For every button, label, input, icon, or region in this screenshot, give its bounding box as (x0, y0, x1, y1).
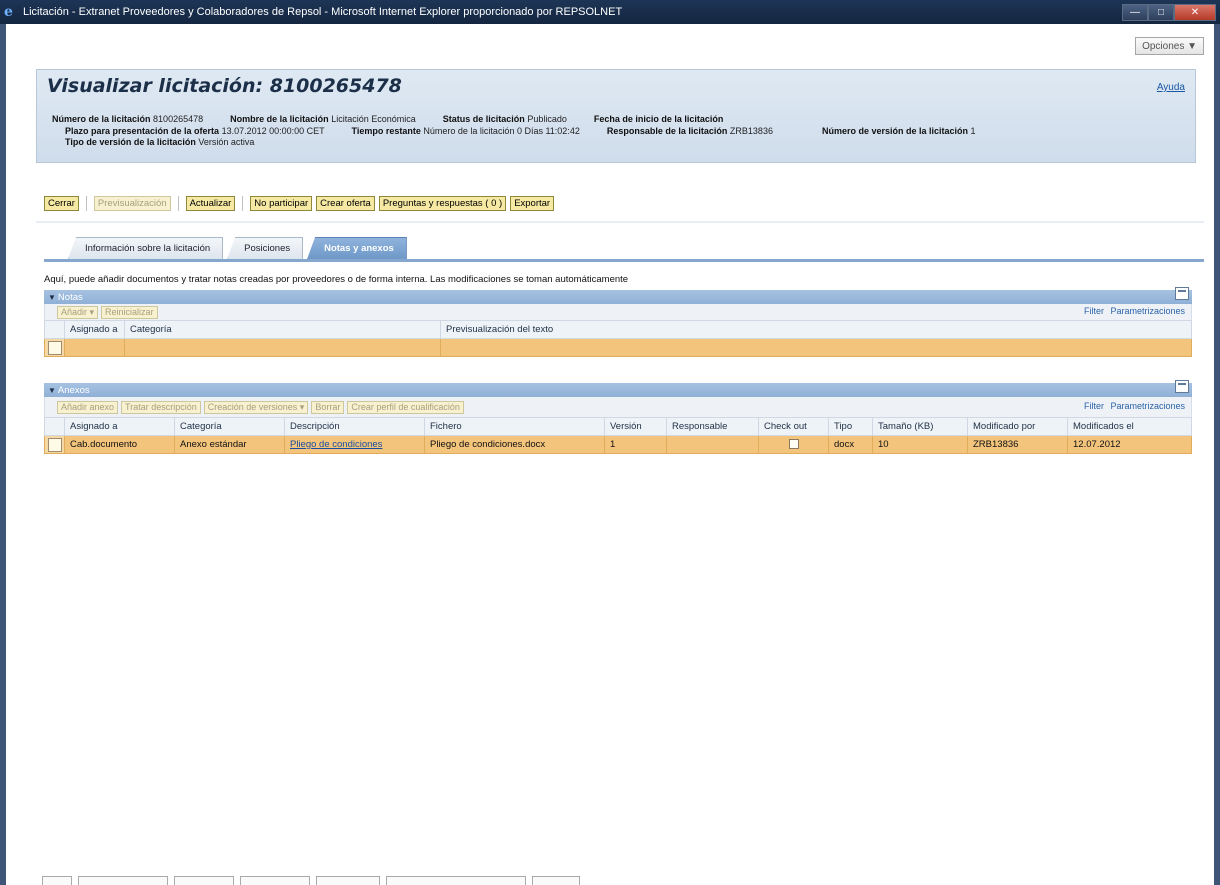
column-header[interactable]: Asignado a (64, 417, 175, 436)
settings-link[interactable]: Parametrizaciones (1110, 401, 1185, 411)
filter-link[interactable]: Filter (1084, 401, 1104, 411)
meta-value: 8100265478 (153, 114, 204, 124)
cell-version: 1 (604, 435, 667, 454)
meta-value: Versión activa (198, 137, 255, 147)
meta-value: 1 (970, 125, 976, 136)
column-header[interactable]: Categoría (174, 417, 285, 436)
column-header[interactable]: Versión (604, 417, 667, 436)
description-link[interactable]: Pliego de condiciones (290, 439, 382, 450)
column-header[interactable]: Descripción (284, 417, 425, 436)
meta-label: Tiempo restante (351, 125, 421, 136)
create-qualification-profile-button[interactable]: Crear perfil de cualificación (347, 400, 464, 414)
tab-notas-anexos[interactable]: Notas y anexos (307, 237, 407, 259)
meta-label: Status de licitación (442, 114, 525, 124)
row-selector[interactable] (48, 340, 62, 355)
meta-value: 13.07.2012 00:00:00 CET (221, 125, 325, 136)
internet-explorer-icon: e (4, 4, 13, 20)
meta-label: Fecha de inicio de la licitación (593, 114, 724, 124)
collapse-triangle-icon[interactable]: ▼ (48, 293, 56, 302)
window-title: Licitación - Extranet Proveedores y Cola… (23, 6, 623, 18)
delete-attachment-button[interactable]: Borrar (311, 400, 345, 414)
meta-value: Licitación Económica (331, 114, 416, 124)
tender-metadata: Número de la licitación 8100265478 Nombr… (52, 114, 976, 149)
tab-strip: Información sobre la licitación Posicion… (68, 237, 411, 259)
column-header[interactable]: Previsualización del texto (440, 320, 1192, 339)
meta-label: Nombre de la licitación (230, 114, 329, 124)
anexos-section-title: Anexos (57, 384, 90, 396)
decline-participation-button[interactable]: No participar (250, 196, 313, 211)
cell-modificado-el: 12.07.2012 (1067, 435, 1192, 454)
cell-tipo: docx (828, 435, 873, 454)
table-row[interactable] (44, 338, 1192, 357)
table-row[interactable]: Cab.documento Anexo estándar Pliego de c… (44, 435, 1192, 454)
reset-notes-button[interactable]: Reinicializar (101, 305, 158, 319)
settings-link[interactable]: Parametrizaciones (1110, 306, 1185, 316)
bottom-toolbar-partial (42, 876, 580, 885)
column-header[interactable]: Categoría (124, 320, 441, 339)
notas-section: ▼ Notas Añadir ▾ Reinicializar Filter Pa… (44, 287, 1192, 357)
column-header[interactable]: Tipo (828, 417, 873, 436)
filter-link[interactable]: Filter (1084, 306, 1104, 316)
anexos-section: ▼ Anexos Añadir anexo Tratar descripción… (44, 380, 1192, 454)
add-attachment-button[interactable]: Añadir anexo (57, 400, 119, 414)
questions-answers-button[interactable]: Preguntas y respuestas ( 0 ) (378, 196, 507, 211)
column-header[interactable]: Fichero (424, 417, 605, 436)
meta-value: Publicado (527, 114, 567, 124)
page-header: Visualizar licitación: 8100265478 Ayuda … (36, 69, 1196, 163)
anexos-section-header[interactable]: ▼ Anexos (44, 380, 1192, 397)
notas-section-title: Notas (57, 291, 83, 303)
notas-table: Asignado a Categoría Previsualización de… (44, 320, 1192, 357)
close-tender-button[interactable]: Cerrar (44, 196, 79, 211)
notas-toolbar: Añadir ▾ Reinicializar Filter Parametriz… (44, 304, 1192, 320)
window-titlebar: e Licitación - Extranet Proveedores y Co… (0, 0, 1220, 24)
help-link[interactable]: Ayuda (1157, 82, 1185, 93)
cell-tamano: 10 (872, 435, 968, 454)
column-header[interactable]: Modificados el (1067, 417, 1192, 436)
create-versions-button[interactable]: Creación de versiones ▾ (203, 400, 309, 414)
checkout-checkbox[interactable] (788, 439, 799, 450)
maximize-section-icon[interactable] (1175, 380, 1189, 393)
meta-label: Tipo de versión de la licitación (65, 137, 196, 147)
maximize-section-icon[interactable] (1175, 287, 1189, 300)
cell-modificado-por: ZRB13836 (967, 435, 1068, 454)
add-note-button[interactable]: Añadir ▾ (57, 305, 99, 319)
maximize-button[interactable]: □ (1148, 3, 1174, 21)
column-header[interactable]: Modificado por (967, 417, 1068, 436)
preview-button[interactable]: Previsualización (93, 196, 171, 211)
meta-label: Responsable de la licitación (606, 125, 728, 136)
refresh-button[interactable]: Actualizar (185, 196, 236, 211)
main-toolbar: Cerrar Previsualización Actualizar No pa… (44, 196, 555, 211)
column-header[interactable]: Asignado a (64, 320, 125, 339)
export-button[interactable]: Exportar (510, 196, 555, 211)
notas-section-header[interactable]: ▼ Notas (44, 287, 1192, 304)
cell-asignado: Cab.documento (64, 435, 175, 454)
page-title: Visualizar licitación: 8100265478 (47, 75, 402, 97)
edit-description-button[interactable]: Tratar descripción (121, 400, 201, 414)
collapse-triangle-icon[interactable]: ▼ (48, 386, 56, 395)
instructions-text: Aquí, puede añadir documentos y tratar n… (44, 274, 629, 285)
cell-responsable (666, 435, 759, 454)
anexos-table: Asignado a Categoría Descripción Fichero… (44, 417, 1192, 454)
column-header[interactable]: Check out (758, 417, 829, 436)
cell-categoria: Anexo estándar (174, 435, 285, 454)
options-menu-button[interactable]: Opciones ▼ (1135, 37, 1204, 55)
cell-fichero: Pliego de condiciones.docx (424, 435, 605, 454)
column-header[interactable]: Responsable (666, 417, 759, 436)
close-button[interactable]: ✕ (1174, 3, 1216, 21)
browser-content: Opciones ▼ Visualizar licitación: 810026… (0, 24, 1220, 885)
meta-label: Plazo para presentación de la oferta (65, 125, 220, 136)
column-header[interactable]: Tamaño (KB) (872, 417, 968, 436)
meta-label: Número de versión de la licitación (821, 125, 969, 136)
minimize-button[interactable]: — (1122, 3, 1148, 21)
tab-posiciones[interactable]: Posiciones (227, 237, 304, 259)
row-selector[interactable] (48, 437, 62, 452)
meta-value: Número de la licitación 0 Días 11:02:42 (423, 125, 580, 136)
tab-informacion[interactable]: Información sobre la licitación (68, 237, 224, 259)
create-offer-button[interactable]: Crear oferta (316, 196, 375, 211)
meta-value: ZRB13836 (729, 125, 773, 136)
meta-label: Número de la licitación (52, 114, 151, 124)
anexos-toolbar: Añadir anexo Tratar descripción Creación… (44, 397, 1192, 417)
